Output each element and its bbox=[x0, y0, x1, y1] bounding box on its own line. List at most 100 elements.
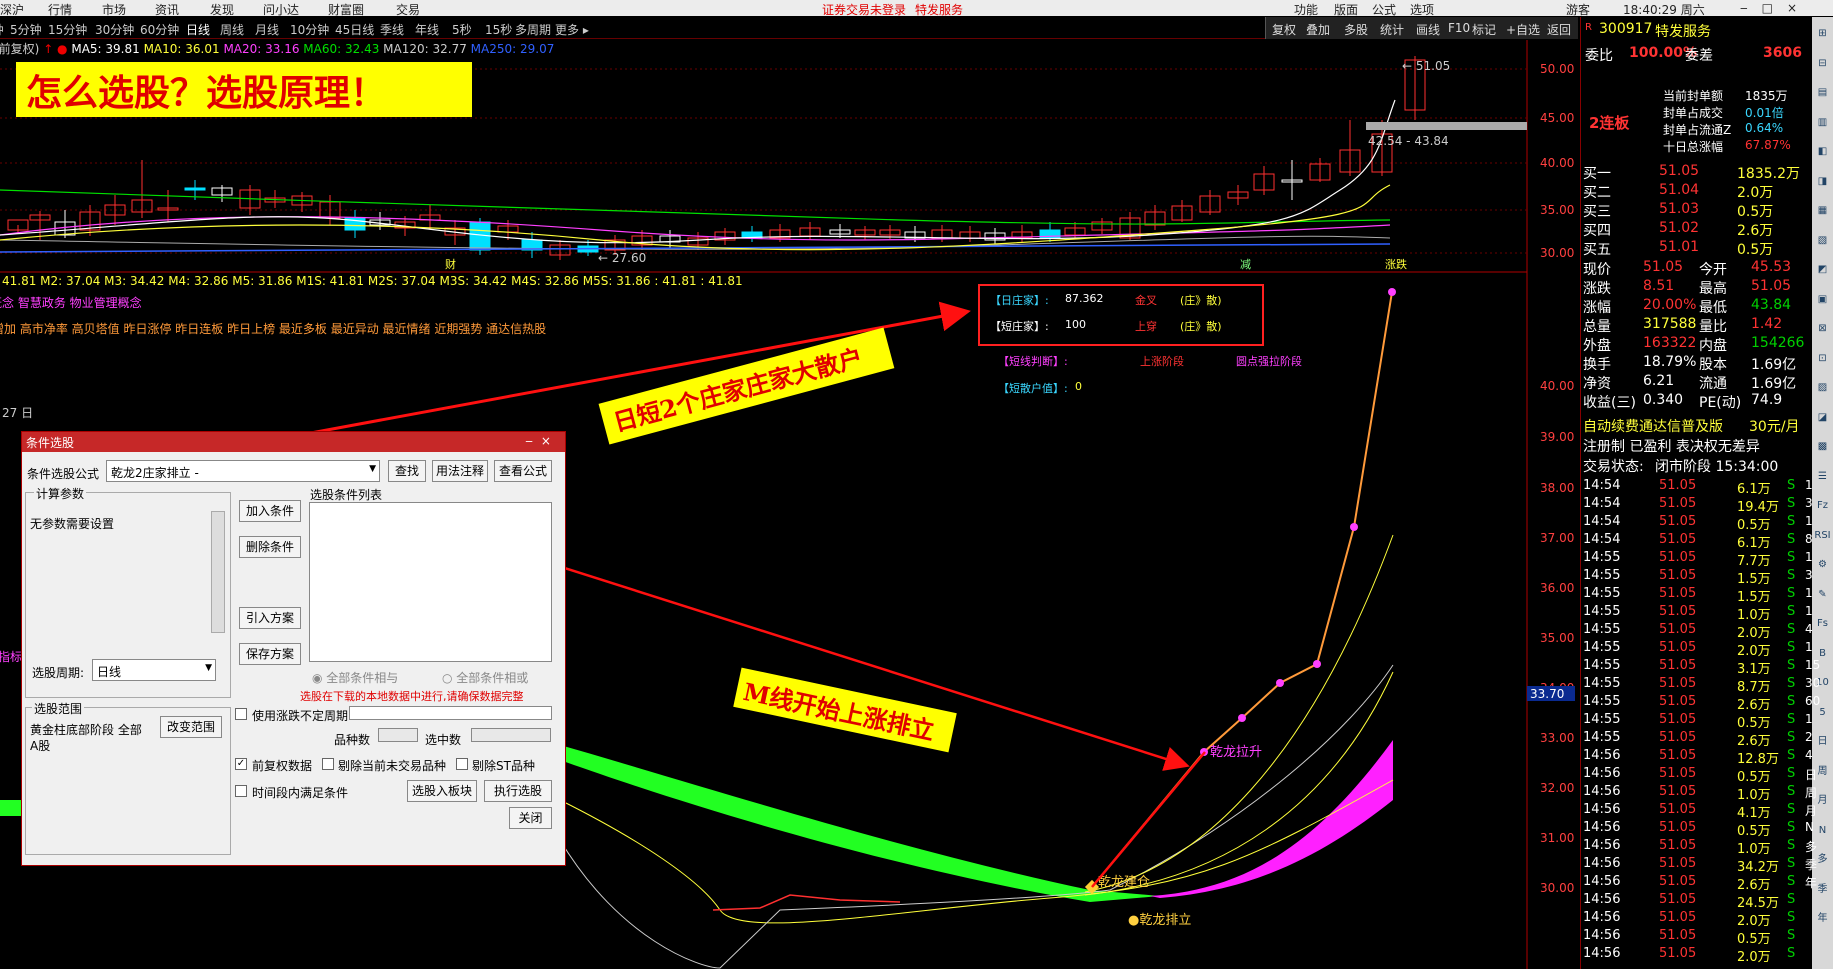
chart-tool-button[interactable]: 复权 bbox=[1272, 21, 1296, 38]
top-right-item[interactable]: 功能 bbox=[1294, 1, 1318, 18]
side-tool-icon[interactable]: 日 bbox=[1814, 733, 1831, 750]
unfixed-period-checkbox[interactable] bbox=[235, 708, 247, 720]
period-tab[interactable]: 15分钟 bbox=[48, 21, 87, 38]
chart-tool-button[interactable]: 返回 bbox=[1547, 21, 1571, 38]
period-tab[interactable]: 15秒 bbox=[485, 21, 512, 38]
side-tool-icon[interactable]: ⊞ bbox=[1814, 25, 1831, 42]
close-button[interactable]: 关闭 bbox=[509, 807, 552, 829]
period-tab[interactable]: 更多 ▸ bbox=[555, 21, 589, 38]
side-tool-icon[interactable]: ▥ bbox=[1814, 114, 1831, 131]
side-tool-icon[interactable]: ◪ bbox=[1814, 409, 1831, 426]
radio-and[interactable]: ◉ 全部条件相与 bbox=[312, 669, 398, 686]
tick-count: 1 bbox=[1805, 604, 1813, 618]
top-right-item[interactable]: 版面 bbox=[1334, 1, 1358, 18]
params-scrollbar[interactable] bbox=[211, 511, 225, 633]
side-tool-icon[interactable]: Fs bbox=[1814, 615, 1831, 632]
import-plan-button[interactable]: 引入方案 bbox=[239, 607, 301, 629]
side-tool-icon[interactable]: ▨ bbox=[1814, 379, 1831, 396]
side-tool-icon[interactable]: ◩ bbox=[1814, 261, 1831, 278]
side-tool-icon[interactable]: Fz bbox=[1814, 497, 1831, 514]
dialog-window-buttons[interactable]: ‒× bbox=[525, 434, 559, 448]
chart-tool-button[interactable]: 统计 bbox=[1380, 21, 1404, 38]
chevron-down-icon[interactable]: ▼ bbox=[369, 464, 376, 474]
save-plan-button[interactable]: 保存方案 bbox=[239, 643, 301, 665]
usage-button[interactable]: 用法注释 bbox=[432, 460, 488, 482]
unfixed-period-input[interactable] bbox=[349, 706, 552, 720]
side-tool-icon[interactable]: ⊡ bbox=[1814, 350, 1831, 367]
period-select[interactable]: 日线 ▼ bbox=[92, 659, 216, 681]
change-range-button[interactable]: 改变范围 bbox=[160, 716, 222, 738]
side-tool-icon[interactable]: ◧ bbox=[1814, 143, 1831, 160]
window-controls[interactable]: ‒□× bbox=[1740, 1, 1811, 15]
side-tool-icon[interactable]: ◨ bbox=[1814, 173, 1831, 190]
side-tool-icon[interactable]: ⚙ bbox=[1814, 556, 1831, 573]
period-tab[interactable]: 日线 bbox=[186, 21, 210, 38]
chevron-down-icon[interactable]: ▼ bbox=[205, 663, 212, 673]
period-tab[interactable]: 30分钟 bbox=[95, 21, 134, 38]
find-button[interactable]: 查找 bbox=[388, 460, 426, 482]
period-tab[interactable]: 45日线 bbox=[335, 21, 374, 38]
top-menu-item[interactable]: 行情 bbox=[48, 1, 72, 18]
chart-tool-button[interactable]: 叠加 bbox=[1306, 21, 1330, 38]
chart-tool-button[interactable]: +自选 bbox=[1506, 21, 1540, 38]
indicator-axis-label: 39.00 bbox=[1540, 430, 1574, 444]
side-tool-icon[interactable]: ⊠ bbox=[1814, 320, 1831, 337]
tick-side: S bbox=[1787, 820, 1796, 835]
cond-list-box[interactable] bbox=[309, 502, 552, 662]
side-tool-icon[interactable]: ▣ bbox=[1814, 291, 1831, 308]
top-right-item[interactable]: 游客 bbox=[1566, 1, 1590, 18]
period-tab[interactable]: 季线 bbox=[380, 21, 404, 38]
side-tool-icon[interactable]: ⊟ bbox=[1814, 55, 1831, 72]
add-cond-button[interactable]: 加入条件 bbox=[239, 500, 301, 522]
side-tool-icon[interactable]: ☰ bbox=[1814, 468, 1831, 485]
tick-price: 51.05 bbox=[1659, 910, 1697, 925]
side-tool-icon[interactable]: ✎ bbox=[1814, 586, 1831, 603]
top-notice[interactable]: 特发服务 bbox=[915, 1, 963, 18]
top-menu-item[interactable]: 发现 bbox=[210, 1, 234, 18]
top-right-item[interactable]: 选项 bbox=[1410, 1, 1434, 18]
top-menu-item[interactable]: 资讯 bbox=[155, 1, 179, 18]
chart-tool-button[interactable]: 画线 bbox=[1416, 21, 1440, 38]
period-tab[interactable]: 多周期 bbox=[515, 21, 551, 38]
period-tab[interactable]: 周线 bbox=[220, 21, 244, 38]
stat-value: 51.05 bbox=[1643, 259, 1684, 275]
chart-tool-button[interactable]: 标记 bbox=[1472, 21, 1496, 38]
top-notice[interactable]: 证券交易未登录 bbox=[822, 1, 906, 18]
side-tool-icon[interactable]: ▤ bbox=[1814, 84, 1831, 101]
side-tool-icon[interactable]: ▦ bbox=[1814, 202, 1831, 219]
tick-price: 51.05 bbox=[1659, 946, 1697, 961]
radio-or[interactable]: ○ 全部条件相或 bbox=[442, 669, 528, 686]
chart-tool-button[interactable]: F10 bbox=[1448, 21, 1470, 35]
short-judge-value: 上涨阶段 bbox=[1140, 355, 1184, 368]
to-board-button[interactable]: 选股入板块 bbox=[407, 780, 477, 802]
side-tool-icon[interactable]: N bbox=[1814, 822, 1831, 839]
dialog-title[interactable]: 条件选股 bbox=[22, 432, 565, 452]
side-tool-icon[interactable]: ▩ bbox=[1814, 438, 1831, 455]
top-right-item[interactable]: 公式 bbox=[1372, 1, 1396, 18]
top-menu-item[interactable]: 交易 bbox=[396, 1, 420, 18]
period-tab[interactable]: 年线 bbox=[415, 21, 439, 38]
chart-tool-button[interactable]: 多股 bbox=[1344, 21, 1368, 38]
del-st-checkbox[interactable] bbox=[456, 758, 468, 770]
top-menu-item[interactable]: 问小达 bbox=[263, 1, 299, 18]
top-menu-item[interactable]: 市场 bbox=[102, 1, 126, 18]
side-tool-icon[interactable]: 年 bbox=[1814, 910, 1831, 927]
period-tab[interactable]: 60分钟 bbox=[140, 21, 179, 38]
fq-checkbox[interactable]: ✓ bbox=[235, 758, 247, 770]
period-tab[interactable]: 5分钟 bbox=[10, 21, 42, 38]
side-tool-icon[interactable]: RSI bbox=[1814, 527, 1831, 544]
formula-select[interactable]: 乾龙2庄家排立 - ▼ bbox=[106, 460, 380, 482]
side-tool-icon[interactable]: ▧ bbox=[1814, 232, 1831, 249]
execute-button[interactable]: 执行选股 bbox=[484, 780, 552, 802]
period-tab[interactable]: 月线 bbox=[255, 21, 279, 38]
period-tab[interactable]: 10分钟 bbox=[290, 21, 329, 38]
del-notrade-checkbox[interactable] bbox=[322, 758, 334, 770]
tick-price: 51.05 bbox=[1659, 730, 1697, 745]
period-tab[interactable]: 1分钟 bbox=[0, 21, 4, 38]
top-menu-item[interactable]: 深沪 bbox=[0, 1, 24, 18]
period-tab[interactable]: 5秒 bbox=[452, 21, 472, 38]
top-menu-item[interactable]: 财富圈 bbox=[328, 1, 364, 18]
del-cond-button[interactable]: 删除条件 bbox=[239, 536, 301, 558]
interval-checkbox[interactable] bbox=[235, 785, 247, 797]
view-formula-button[interactable]: 查看公式 bbox=[494, 460, 552, 482]
